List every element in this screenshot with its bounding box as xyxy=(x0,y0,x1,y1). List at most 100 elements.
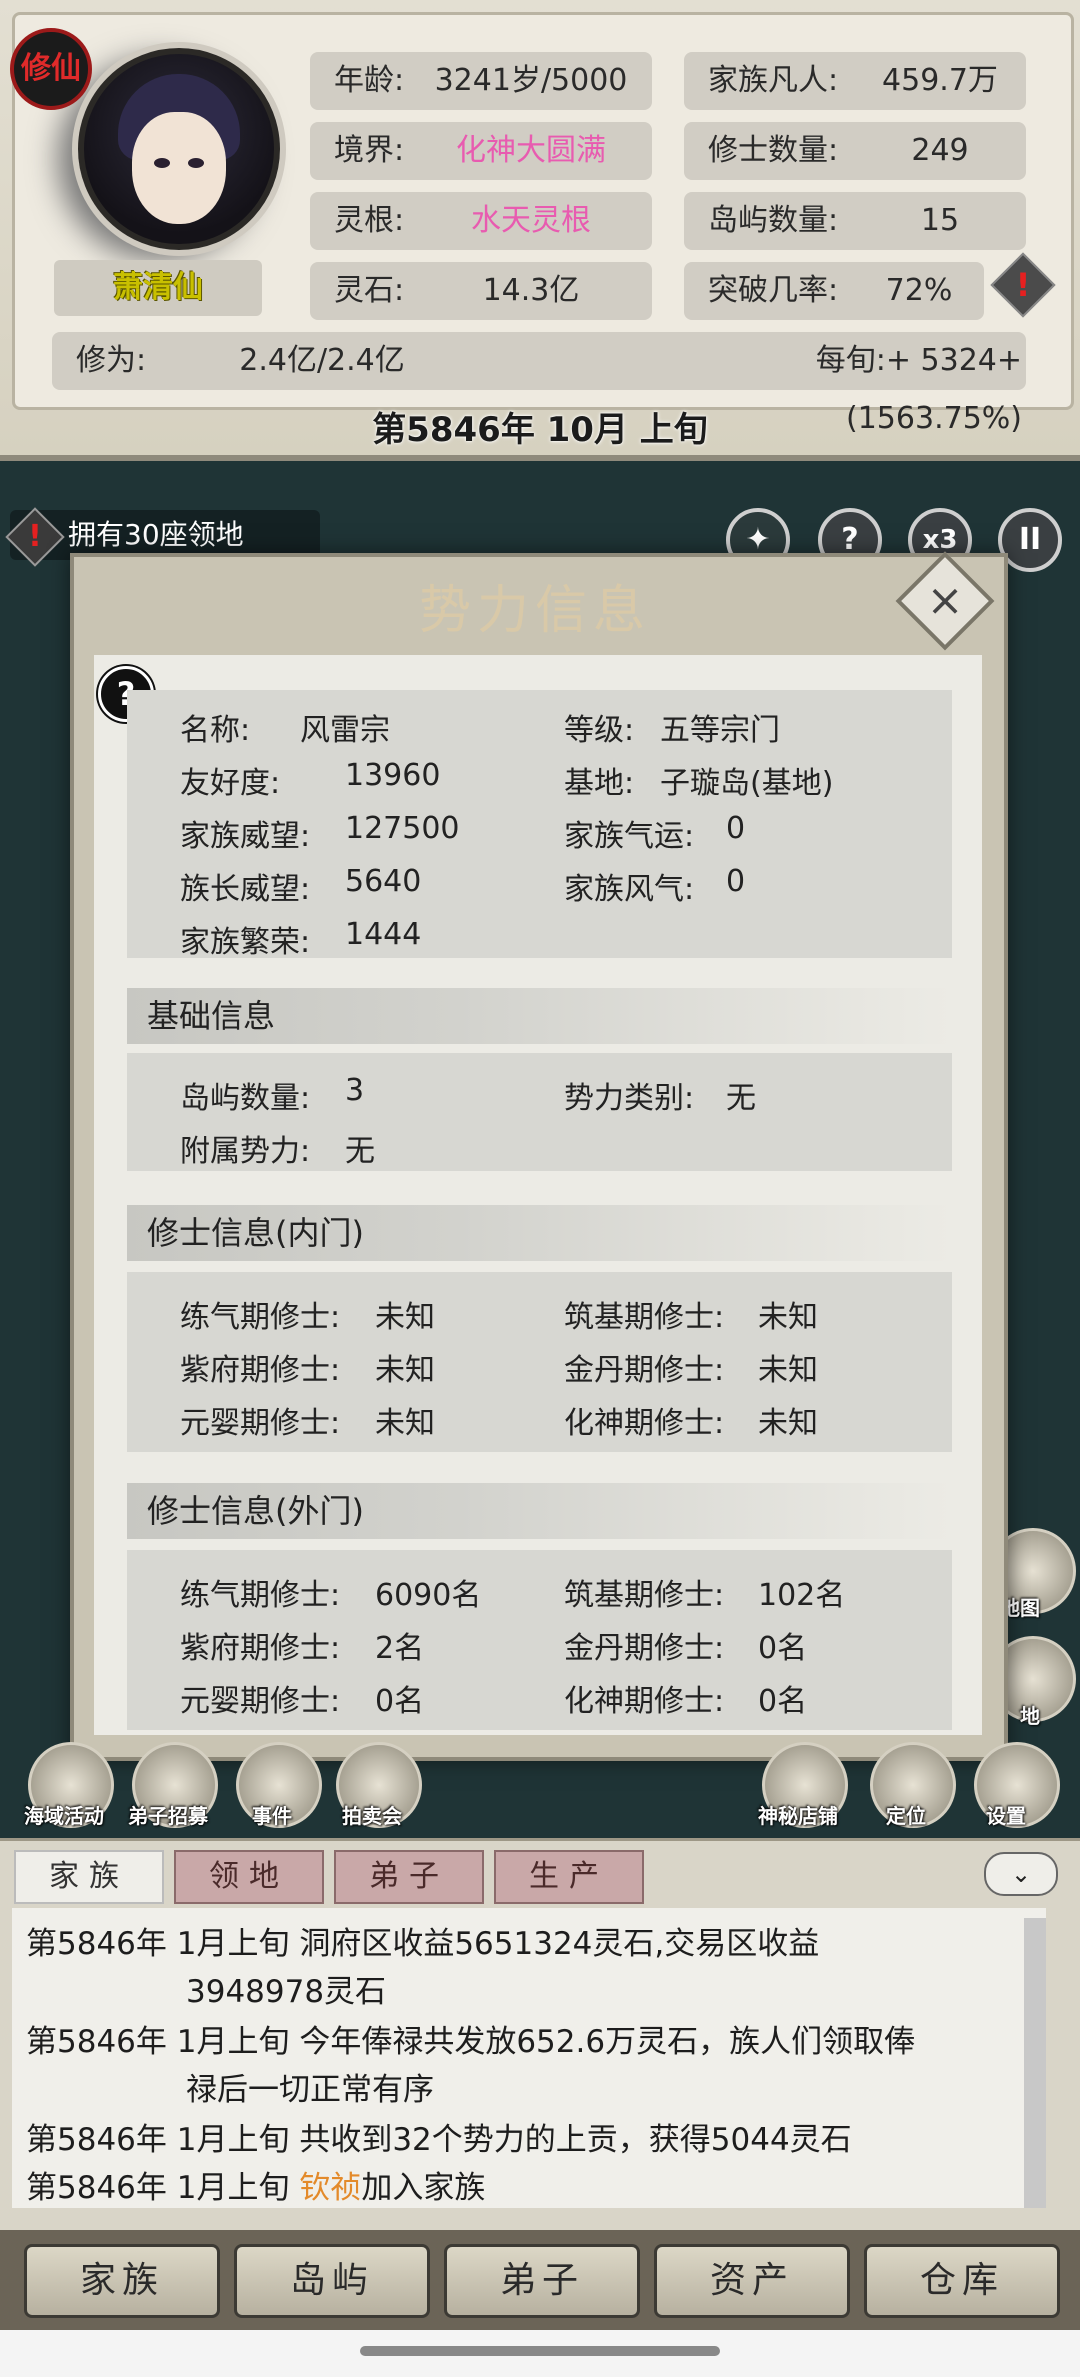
locate-label: 定位 xyxy=(886,1804,926,1828)
mortals-label: 家族凡人: xyxy=(708,63,839,98)
nav-assets[interactable]: 资产 xyxy=(654,2244,850,2318)
nav-warehouse[interactable]: 仓库 xyxy=(864,2244,1060,2318)
inner-disciples-header: 修士信息(内门) xyxy=(127,1205,952,1261)
realm-label: 境界: xyxy=(334,133,405,168)
tab-family[interactable]: 家族 xyxy=(14,1850,164,1904)
inner-row-label: 金丹期修士: xyxy=(564,1353,725,1388)
faction-name-label: 名称: xyxy=(180,713,251,748)
realm-pill: 境界: 化神大圆满 xyxy=(310,122,652,180)
log-scrollbar[interactable] xyxy=(1024,1918,1046,2208)
custom-value: 0 xyxy=(726,864,746,899)
log-entry: 第5846年 1月上旬 钦祯加入家族 xyxy=(26,2170,486,2206)
outer-row-label: 筑基期修士: xyxy=(564,1578,725,1613)
breakthrough-value: 72% xyxy=(885,273,953,308)
expand-icon[interactable]: ⌄ xyxy=(984,1852,1058,1896)
outer-row-label: 化神期修士: xyxy=(564,1684,725,1719)
stone-value: 14.3亿 xyxy=(482,273,580,308)
fortune-label: 家族气运: xyxy=(564,819,695,854)
log-entry: 第5846年 1月上旬 共收到32个势力的上贡，获得5044灵石 xyxy=(26,2122,852,2158)
inner-row-label: 元婴期修士: xyxy=(180,1406,341,1441)
root-value: 水天灵根 xyxy=(471,203,591,238)
outer-disciples-header: 修士信息(外门) xyxy=(127,1483,952,1539)
player-avatar[interactable] xyxy=(78,48,280,250)
breakthrough-label: 突破几率: xyxy=(708,273,839,308)
inner-row-label: 筑基期修士: xyxy=(564,1300,725,1335)
inner-row-value: 未知 xyxy=(375,1353,435,1388)
cultivation-pill: 修为: 2.4亿/2.4亿 每旬:+ 5324+(1563.75%) xyxy=(52,332,1026,436)
tab-territory[interactable]: 领地 xyxy=(174,1850,324,1904)
patriarch-prestige-value: 5640 xyxy=(345,864,422,899)
faction-rank-value: 五等宗门 xyxy=(660,713,780,748)
realm-value: 化神大圆满 xyxy=(456,133,606,168)
game-date: 第5846年 10月 上旬 xyxy=(372,410,708,450)
member-name-link[interactable]: 钦祯 xyxy=(299,2170,361,2206)
faction-type-value: 无 xyxy=(726,1081,756,1116)
island-count-value: 3 xyxy=(345,1073,365,1108)
prosperity-value: 1444 xyxy=(345,917,422,952)
alert-icon: ! xyxy=(5,507,65,567)
log-entry: 禄后一切正常有序 xyxy=(186,2072,434,2108)
root-label: 灵根: xyxy=(334,203,405,238)
faction-type-label: 势力类别: xyxy=(564,1081,695,1116)
cultivators-pill: 修士数量: 249 xyxy=(684,122,1026,180)
outer-row-value: 0名 xyxy=(758,1631,808,1666)
cultivation-value: 2.4亿/2.4亿 xyxy=(239,343,405,378)
nav-family[interactable]: 家族 xyxy=(24,2244,220,2318)
inner-row-value: 未知 xyxy=(375,1406,435,1441)
vassal-label: 附属势力: xyxy=(180,1134,311,1169)
stone-pill: 灵石: 14.3亿 xyxy=(310,262,652,320)
outer-row-value: 2名 xyxy=(375,1631,425,1666)
xiuxian-badge: 修仙 xyxy=(10,28,92,110)
inner-row-label: 紫府期修士: xyxy=(180,1353,341,1388)
fortune-value: 0 xyxy=(726,811,746,846)
inner-row-label: 练气期修士: xyxy=(180,1300,341,1335)
basic-info-header: 基础信息 xyxy=(127,988,952,1044)
prestige-value: 127500 xyxy=(345,811,460,846)
nav-disciples[interactable]: 弟子 xyxy=(444,2244,640,2318)
outer-row-label: 紫府期修士: xyxy=(180,1631,341,1666)
prosperity-label: 家族繁荣: xyxy=(180,925,311,960)
stone-label: 灵石: xyxy=(334,273,405,308)
mortals-pill: 家族凡人: 459.7万 xyxy=(684,52,1026,110)
outer-row-value: 102名 xyxy=(758,1578,846,1613)
sea-activity-label: 海域活动 xyxy=(24,1804,104,1828)
modal-title: 势力信息 xyxy=(418,581,651,641)
inner-row-value: 未知 xyxy=(758,1353,818,1388)
inner-row-value: 未知 xyxy=(375,1300,435,1335)
breakthrough-pill: 突破几率: 72% xyxy=(684,262,984,320)
tab-disciples[interactable]: 弟子 xyxy=(334,1850,484,1904)
root-pill: 灵根: 水天灵根 xyxy=(310,192,652,250)
inner-row-value: 未知 xyxy=(758,1300,818,1335)
inner-row-value: 未知 xyxy=(758,1406,818,1441)
islands-pill: 岛屿数量: 15 xyxy=(684,192,1026,250)
faction-rank-label: 等级: xyxy=(564,713,635,748)
age-label: 年龄: xyxy=(334,63,405,98)
outer-row-value: 0名 xyxy=(758,1684,808,1719)
base-value: 子璇岛(基地) xyxy=(660,766,834,801)
friendship-label: 友好度: xyxy=(180,766,281,801)
event-label: 事件 xyxy=(252,1804,292,1828)
cultivators-label: 修士数量: xyxy=(708,133,839,168)
inner-row-label: 化神期修士: xyxy=(564,1406,725,1441)
cultivators-value: 249 xyxy=(911,133,969,168)
settings-label: 设置 xyxy=(986,1804,1026,1828)
friendship-value: 13960 xyxy=(345,758,441,793)
islands-label: 岛屿数量: xyxy=(708,203,839,238)
recruit-label: 弟子招募 xyxy=(128,1804,208,1828)
outer-row-label: 元婴期修士: xyxy=(180,1684,341,1719)
tab-production[interactable]: 生产 xyxy=(494,1850,644,1904)
nav-islands[interactable]: 岛屿 xyxy=(234,2244,430,2318)
outer-row-label: 金丹期修士: xyxy=(564,1631,725,1666)
log-entry: 第5846年 1月上旬 今年俸禄共发放652.6万灵石，族人们领取俸 xyxy=(26,2024,916,2060)
home-indicator[interactable] xyxy=(360,2346,720,2356)
patriarch-prestige-label: 族长威望: xyxy=(180,872,311,907)
auction-label: 拍卖会 xyxy=(342,1804,402,1828)
outer-row-value: 6090名 xyxy=(375,1578,482,1613)
age-pill: 年龄: 3241岁/5000岁 xyxy=(310,52,652,156)
log-entry: 3948978灵石 xyxy=(186,1974,387,2010)
island-count-label: 岛屿数量: xyxy=(180,1081,311,1116)
prestige-label: 家族威望: xyxy=(180,819,311,854)
log-entry: 第5846年 1月上旬 洞府区收益5651324灵石,交易区收益 xyxy=(26,1926,820,1962)
land-label: 地 xyxy=(1020,1704,1040,1728)
faction-name-value: 风雷宗 xyxy=(300,713,390,748)
